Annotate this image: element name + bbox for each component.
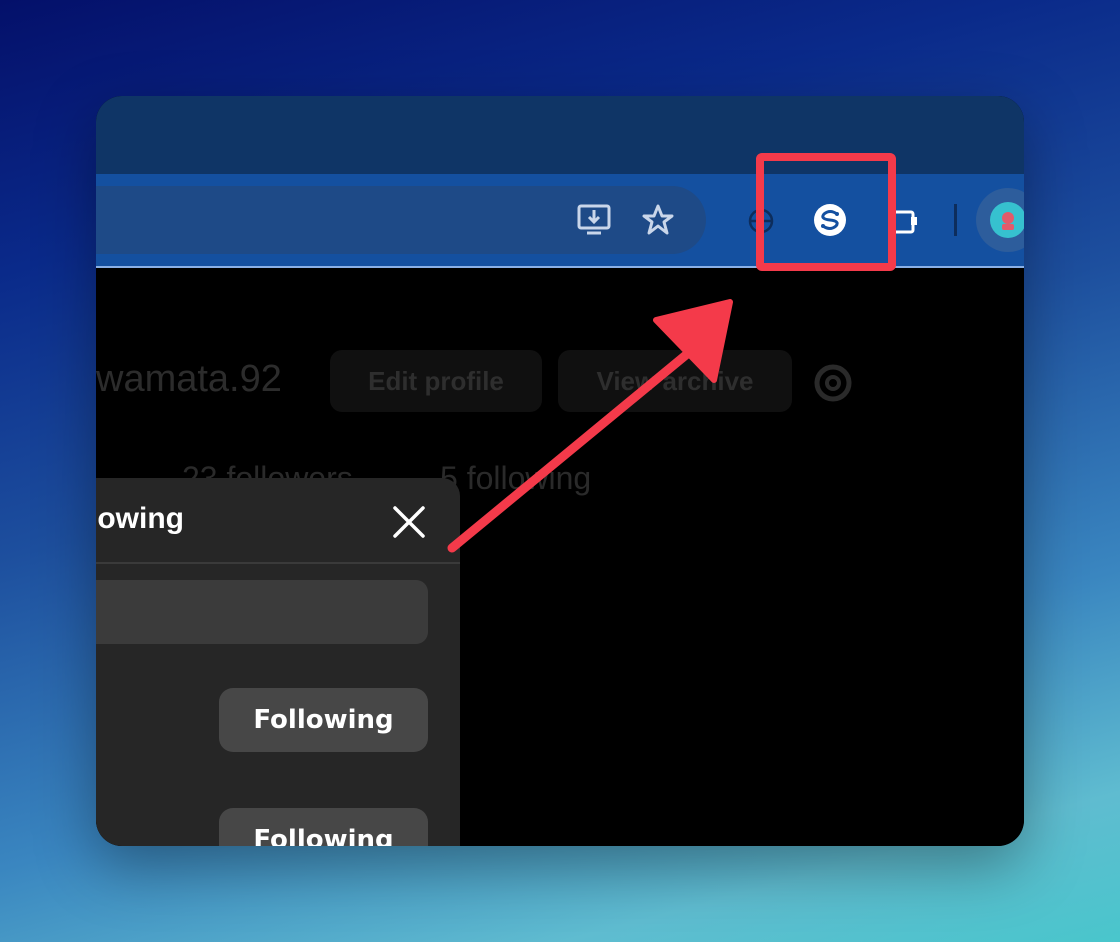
annotation-arrow — [447, 299, 733, 553]
